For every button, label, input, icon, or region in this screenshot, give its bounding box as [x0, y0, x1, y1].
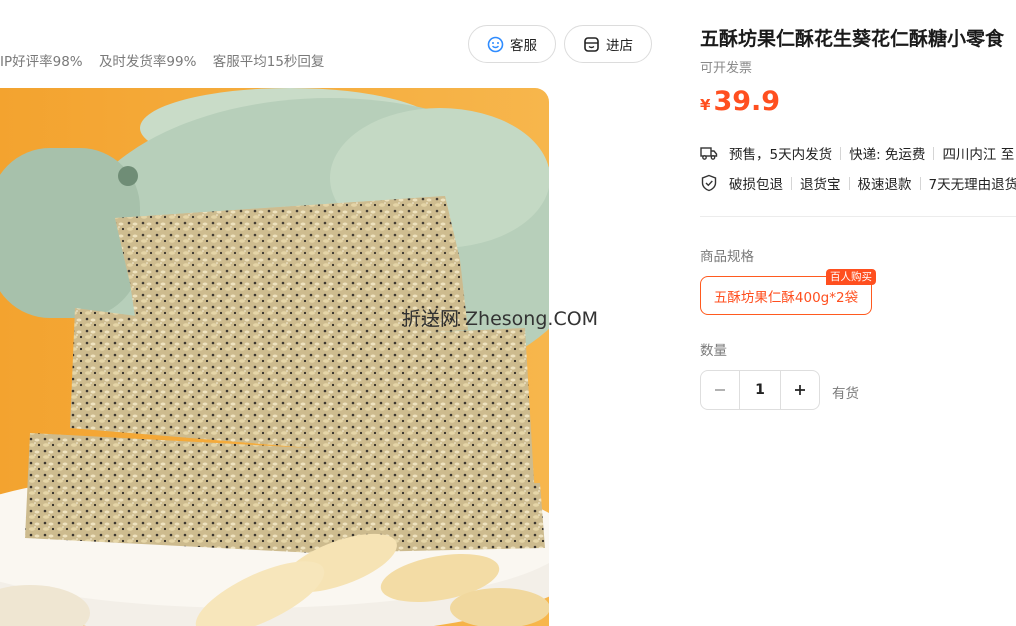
product-title: 五酥坊果仁酥花生葵花仁酥糖小零食 [700, 28, 1005, 50]
shop-stats: IP好评率98% 及时发货率99% 客服平均15秒回复 [0, 50, 336, 70]
ship-rate: 及时发货率99% [98, 54, 197, 70]
quantity-stepper: 1 [700, 370, 820, 410]
customer-service-button[interactable]: 客服 [468, 25, 556, 63]
guarantee-return-insurance: 退货宝 [800, 177, 841, 193]
enter-store-button[interactable]: 进店 [564, 25, 652, 63]
price-amount: 39.9 [713, 86, 781, 117]
quantity-label: 数量 [700, 343, 727, 359]
guarantee-fast-refund: 极速退款 [857, 177, 912, 193]
price: ¥39.9 [700, 86, 780, 117]
shipping-presale: 预售，5天内发货 [729, 147, 833, 163]
smile-service-icon [487, 36, 504, 53]
guarantee-damage: 破损包退 [729, 177, 783, 193]
divider [700, 216, 1016, 217]
watermark-text: 折送网 Zhesong.COM [402, 308, 599, 330]
spec-label: 商品规格 [700, 249, 754, 265]
reply-time: 客服平均15秒回复 [212, 54, 325, 70]
store-icon [583, 36, 600, 53]
invoice-note: 可开发票 [700, 61, 753, 76]
truck-icon [700, 143, 720, 163]
shipping-row: 预售，5天内发货 快递: 免运费 四川内江 至 [700, 143, 1014, 163]
spec-popular-badge: 百人购买 [826, 269, 876, 285]
guarantee-row[interactable]: 破损包退 退货宝 极速退款 7天无理由退货 [700, 173, 1016, 193]
enter-store-label: 进店 [606, 38, 633, 54]
shipping-route[interactable]: 四川内江 至 [942, 143, 1014, 163]
customer-service-label: 客服 [510, 38, 537, 54]
positive-rate: IP好评率98% [0, 54, 83, 70]
currency-symbol: ¥ [700, 96, 711, 114]
shipping-fee: 快递: 免运费 [849, 147, 926, 163]
plus-icon[interactable] [781, 371, 819, 409]
product-main-image[interactable] [0, 88, 549, 626]
guarantee-7day: 7天无理由退货 [928, 177, 1016, 193]
shield-icon [700, 173, 720, 193]
minus-icon[interactable] [701, 371, 739, 409]
quantity-value[interactable]: 1 [739, 371, 781, 409]
stock-status: 有货 [832, 386, 859, 402]
